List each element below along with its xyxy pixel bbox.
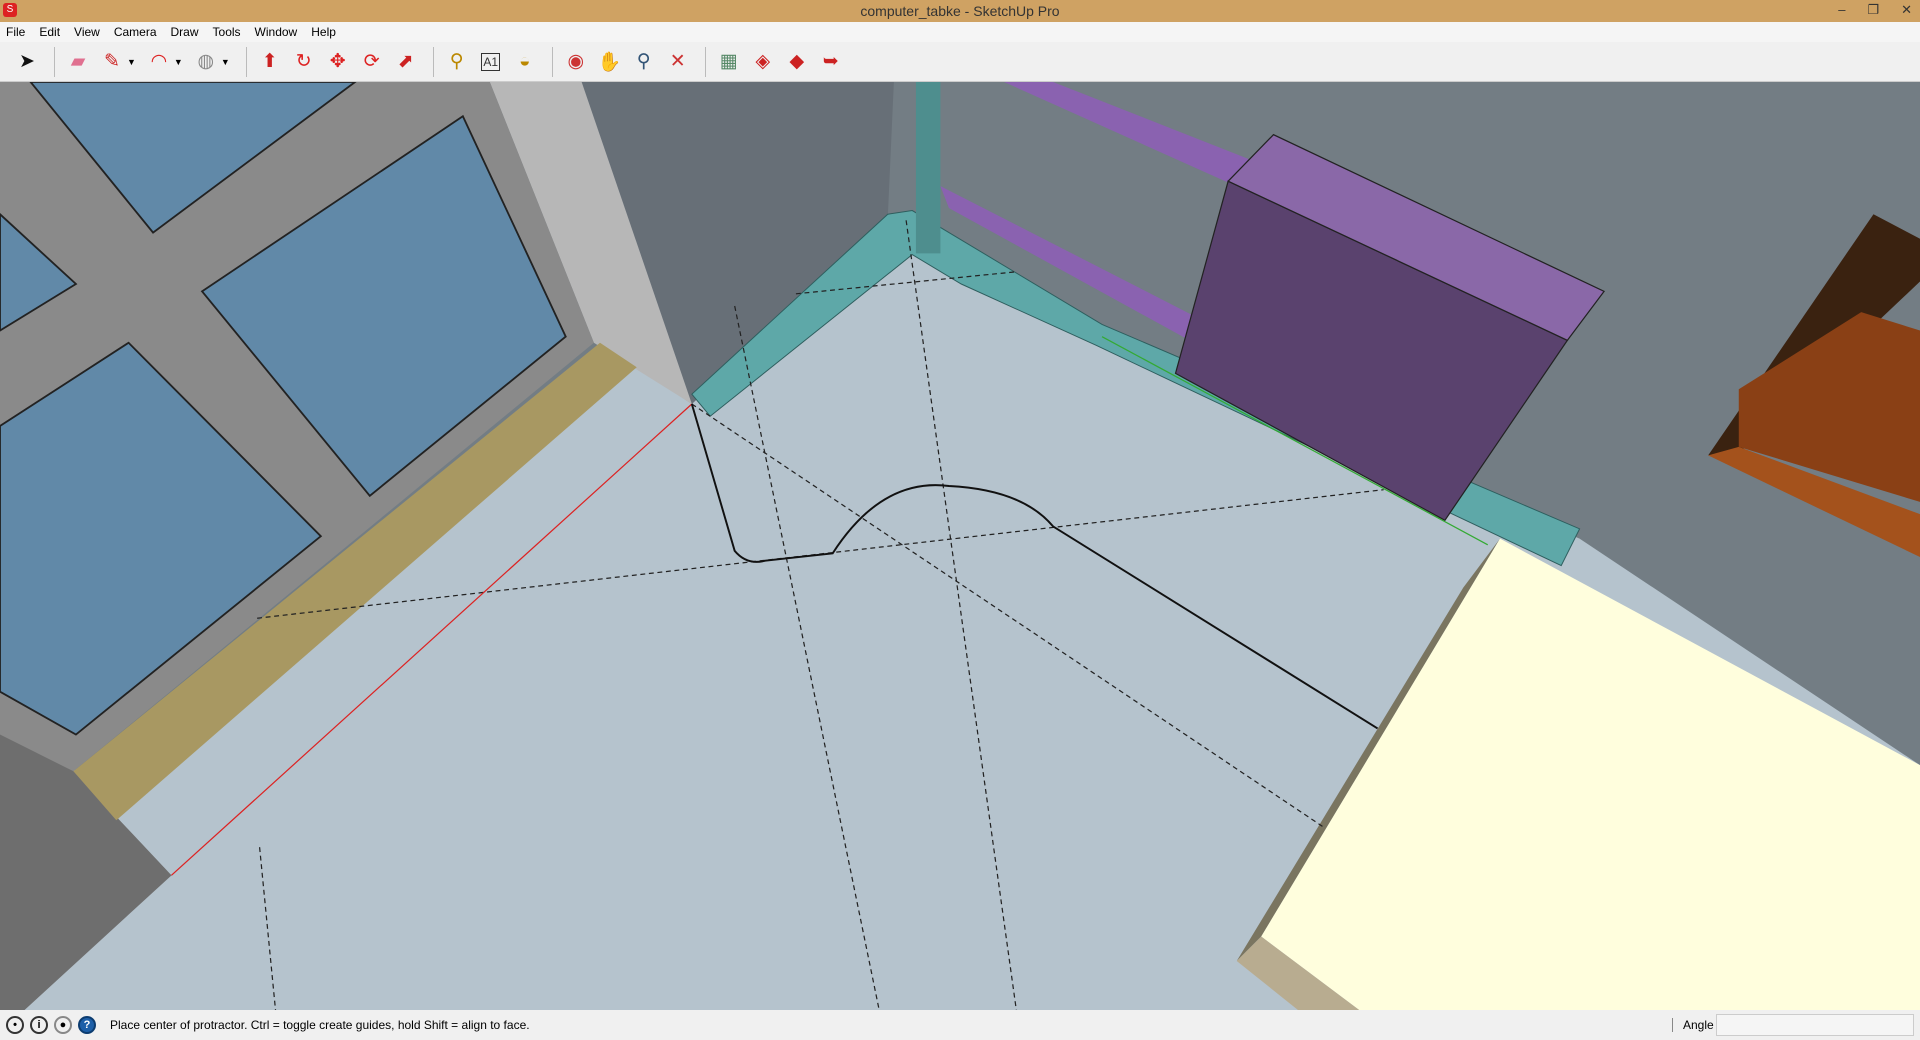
menu-camera[interactable]: Camera [114,25,157,39]
geo-location-icon[interactable]: • [6,1016,24,1034]
follow-me-tool[interactable]: ↻ [289,47,319,77]
sketchup-logo-icon: S [3,3,17,17]
push-pull-tool[interactable]: ⬆ [255,47,285,77]
vertical-pipe [915,82,941,254]
zoom-extents-tool[interactable]: ✕ [663,47,693,77]
follow-me-icon: ↻ [295,51,312,72]
dropdown-arrow-icon[interactable]: ▼ [174,57,183,67]
share-component-button[interactable]: ◆ [782,47,812,77]
toolbar-separator [551,46,553,77]
menu-bar: File Edit View Camera Draw Tools Window Help [0,22,1920,42]
title-bar: S computer_tabke - SketchUp Pro – ❐ ✕ [0,0,1920,22]
menu-edit[interactable]: Edit [39,25,60,39]
eraser-tool[interactable]: ▰ [63,47,93,77]
menu-view[interactable]: View [74,25,100,39]
eraser-icon: ▰ [70,51,86,72]
push-pull-icon: ⬆ [261,51,278,72]
close-button[interactable]: ✕ [1901,0,1912,20]
3d-warehouse-button[interactable]: ▦ [714,47,744,77]
extension-warehouse-button[interactable]: ◈ [748,47,778,77]
share-model-button[interactable]: ➥ [816,47,846,77]
share-model-icon: ➥ [822,51,839,72]
select-tool[interactable]: ➤ [12,47,42,77]
zoom-extents-icon: ✕ [669,51,686,72]
move-icon: ✥ [329,51,346,72]
pan-icon: ✋ [597,51,622,73]
help-icon[interactable]: ? [78,1016,96,1034]
circle-icon: ◍ [197,51,215,72]
share-component-icon: ◆ [789,51,805,72]
dropdown-arrow-icon[interactable]: ▼ [127,57,136,67]
menu-file[interactable]: File [6,25,25,39]
toolbar-separator [245,46,247,77]
text-tool[interactable]: A1 [476,47,506,77]
paint-bucket-icon: ◒ [519,50,531,72]
paint-bucket-tool[interactable]: ◒ [510,47,540,77]
minimize-button[interactable]: – [1838,0,1845,20]
measurement-label: Angle [1672,1018,1714,1032]
scale-icon: ⬈ [397,51,414,72]
rotate-icon: ⟳ [363,51,380,72]
move-tool[interactable]: ✥ [323,47,353,77]
status-message: Place center of protractor. Ctrl = toggl… [110,1018,530,1032]
extension-warehouse-icon: ◈ [755,51,771,72]
menu-window[interactable]: Window [255,25,298,39]
arc-icon: ◠ [150,51,168,72]
tape-measure-tool[interactable]: ⚲ [442,47,472,77]
orbit-icon: ◉ [567,51,585,72]
measurement-input[interactable] [1716,1014,1914,1036]
text-icon: A1 [481,52,501,71]
toolbar: ➤ ▰ ✎ ▼ ◠ ▼ ◍ ▼ ⬆ ↻ ✥ ⟳ ⬈ ⚲ A1 ◒ ◉ ✋ ⚲ ✕ ▦ ◈ ◆ ➥ [0,42,1920,82]
toolbar-separator [54,46,55,77]
window-title: computer_tabke - SketchUp Pro [860,3,1060,19]
zoom-tool[interactable]: ⚲ [629,47,659,77]
menu-help[interactable]: Help [311,25,336,39]
user-account-icon[interactable]: ● [54,1016,72,1034]
restore-button[interactable]: ❐ [1867,0,1879,20]
scale-tool[interactable]: ⬈ [391,47,421,77]
3d-viewport[interactable] [0,82,1920,1010]
menu-draw[interactable]: Draw [171,25,199,39]
arc-tool[interactable]: ◠ [144,47,174,77]
status-bar: • i ● ? Place center of protractor. Ctrl… [0,1010,1920,1040]
rotate-tool[interactable]: ⟳ [357,47,387,77]
circle-tool[interactable]: ◍ [191,47,221,77]
orbit-tool[interactable]: ◉ [561,47,591,77]
tape-measure-icon: ⚲ [449,51,464,72]
credits-icon[interactable]: i [30,1016,48,1034]
pencil-tool[interactable]: ✎ [97,47,127,77]
pan-tool[interactable]: ✋ [595,47,625,77]
menu-tools[interactable]: Tools [213,25,241,39]
dropdown-arrow-icon[interactable]: ▼ [221,57,230,67]
select-icon: ➤ [19,51,35,72]
toolbar-separator [432,46,434,77]
pencil-icon: ✎ [104,51,120,72]
zoom-icon: ⚲ [636,51,651,72]
3d-warehouse-icon: ▦ [719,51,738,72]
toolbar-separator [704,46,706,77]
